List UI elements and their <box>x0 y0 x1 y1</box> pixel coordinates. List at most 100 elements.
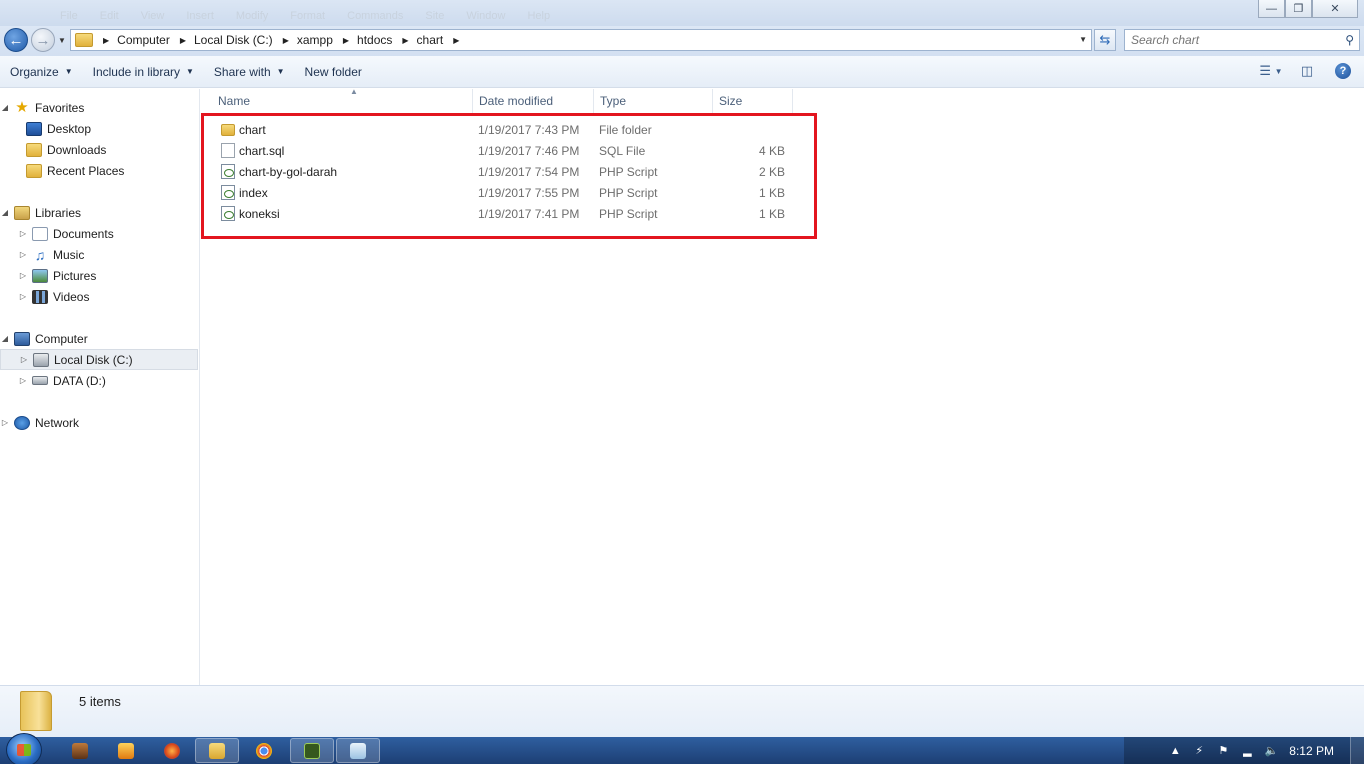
restore-button[interactable]: ❐ <box>1285 0 1312 18</box>
chevron-down-icon: ▼ <box>276 67 285 76</box>
file-row[interactable]: chart.sql 1/19/2017 7:46 PM SQL File 4 K… <box>213 140 803 161</box>
expand-arrow-icon[interactable]: ▷ <box>18 250 28 259</box>
close-icon: ✕ <box>1330 3 1340 15</box>
show-hidden-icons-icon[interactable]: ▲ <box>1169 745 1181 757</box>
libraries-icon <box>14 205 30 220</box>
new-folder-button[interactable]: New folder <box>297 60 372 84</box>
address-row: ← → ▼ ▶ Computer ▶ Local Disk (C:) ▶ xampp… <box>0 26 1364 56</box>
address-dropdown-icon[interactable]: ▼ <box>1079 35 1087 44</box>
nav-label: Videos <box>53 289 90 304</box>
action-center-flag-icon[interactable]: ⚑ <box>1217 745 1229 757</box>
nav-desktop[interactable]: Desktop <box>0 118 198 139</box>
preview-pane-icon: ◫ <box>1300 63 1314 78</box>
star-icon: ★ <box>15 98 29 116</box>
include-in-library-menu[interactable]: Include in library ▼ <box>85 60 204 84</box>
start-button[interactable] <box>6 733 42 764</box>
organize-menu[interactable]: Organize ▼ <box>2 60 83 84</box>
chevron-right-icon[interactable]: ▶ <box>343 36 349 45</box>
taskbar-firefox-button[interactable] <box>150 738 194 763</box>
menu-ghost-item: View <box>140 10 165 22</box>
share-with-menu[interactable]: Share with ▼ <box>206 60 295 84</box>
file-name: chart <box>239 122 266 137</box>
breadcrumb-item[interactable]: Computer ▶ <box>117 33 194 47</box>
recent-pages-dropdown[interactable]: ▼ <box>58 36 66 45</box>
expand-arrow-icon[interactable]: ▷ <box>18 229 28 238</box>
clock[interactable]: 8:12 PM <box>1289 744 1334 758</box>
preview-pane-button[interactable]: ◫ <box>1294 60 1320 82</box>
column-header-name[interactable]: Name ▲ <box>212 87 473 113</box>
chevron-right-icon[interactable]: ▶ <box>103 36 109 45</box>
nav-downloads[interactable]: Downloads <box>0 139 198 160</box>
nav-data-d[interactable]: ▷ DATA (D:) <box>0 370 198 391</box>
taskbar-app-button[interactable] <box>58 738 102 763</box>
breadcrumb: ▶ <box>93 36 117 45</box>
file-row[interactable]: chart 1/19/2017 7:43 PM File folder <box>213 119 803 140</box>
php-file-icon <box>221 185 235 200</box>
search-icon[interactable]: ⚲ <box>1345 33 1354 47</box>
column-header-date-modified[interactable]: Date modified <box>473 89 594 113</box>
volume-icon[interactable]: 🔈 <box>1264 745 1278 757</box>
forward-button[interactable]: → <box>31 28 55 52</box>
expand-arrow-icon[interactable]: ▷ <box>18 271 28 280</box>
column-header-type[interactable]: Type <box>594 89 713 113</box>
file-row[interactable]: koneksi 1/19/2017 7:41 PM PHP Script 1 K… <box>213 203 803 224</box>
expand-arrow-icon[interactable]: ▷ <box>18 292 28 301</box>
chevron-right-icon[interactable]: ▶ <box>402 36 408 45</box>
media-player-icon <box>118 742 134 759</box>
breadcrumb-item[interactable]: htdocs ▶ <box>357 33 417 47</box>
nav-local-disk-c[interactable]: ▷ Local Disk (C:) <box>0 349 198 370</box>
refresh-icon: ⇆ <box>1099 32 1111 47</box>
search-input[interactable] <box>1131 33 1331 47</box>
show-desktop-button[interactable] <box>1350 737 1364 764</box>
chevron-right-icon[interactable]: ▶ <box>283 36 289 45</box>
refresh-button[interactable]: ⇆ <box>1094 29 1116 51</box>
network-signal-icon[interactable]: ▂ <box>1241 745 1253 757</box>
recent-places-icon <box>26 163 42 178</box>
nav-network[interactable]: ▷ Network <box>0 412 198 433</box>
expand-arrow-icon[interactable]: ▷ <box>18 376 28 385</box>
help-button[interactable]: ? <box>1330 60 1356 82</box>
drive-icon <box>32 376 48 385</box>
nav-pictures[interactable]: ▷ Pictures <box>0 265 198 286</box>
nav-music[interactable]: ▷ ♫ Music <box>0 244 198 265</box>
file-size: 2 KB <box>758 164 785 179</box>
chevron-right-icon[interactable]: ▶ <box>180 36 186 45</box>
nav-label: DATA (D:) <box>53 373 106 388</box>
expand-arrow-icon[interactable]: ▷ <box>19 355 29 364</box>
nav-computer[interactable]: ◢ Computer <box>0 328 198 349</box>
collapse-arrow-icon[interactable]: ◢ <box>0 208 10 217</box>
details-pane: 5 items <box>0 685 1364 737</box>
breadcrumb-item[interactable]: Local Disk (C:) ▶ <box>194 33 297 47</box>
breadcrumb-item[interactable]: chart ▶ <box>417 33 468 47</box>
minimize-button[interactable]: — <box>1258 0 1285 18</box>
taskbar-explorer-button[interactable] <box>195 738 239 763</box>
menu-ghost: File Edit View Insert Modify Format Comm… <box>60 10 550 22</box>
taskbar-chrome-button[interactable] <box>242 738 286 763</box>
power-icon[interactable]: ⚡ <box>1193 745 1205 757</box>
nav-documents[interactable]: ▷ Documents <box>0 223 198 244</box>
search-box[interactable]: ⚲ <box>1124 29 1360 51</box>
nav-libraries[interactable]: ◢ Libraries <box>0 202 198 223</box>
nav-videos[interactable]: ▷ Videos <box>0 286 198 307</box>
view-options-button[interactable]: ☰ ▼ <box>1258 60 1284 82</box>
taskbar-notepad-button[interactable] <box>336 738 380 763</box>
nav-favorites[interactable]: ◢ ★ Favorites <box>0 97 198 118</box>
breadcrumb-item[interactable]: xampp ▶ <box>297 33 357 47</box>
file-type: PHP Script <box>599 164 658 179</box>
chevron-right-icon[interactable]: ▶ <box>453 36 459 45</box>
column-header-size[interactable]: Size <box>713 89 793 113</box>
expand-arrow-icon[interactable]: ▷ <box>0 418 10 427</box>
back-button[interactable]: ← <box>4 28 28 52</box>
file-date: 1/19/2017 7:41 PM <box>478 206 580 221</box>
file-row[interactable]: chart-by-gol-darah 1/19/2017 7:54 PM PHP… <box>213 161 803 182</box>
file-row[interactable]: index 1/19/2017 7:55 PM PHP Script 1 KB <box>213 182 803 203</box>
address-bar[interactable]: ▶ Computer ▶ Local Disk (C:) ▶ xampp ▶ htdo… <box>70 29 1092 51</box>
taskbar-media-button[interactable] <box>104 738 148 763</box>
column-label: Date modified <box>479 94 554 108</box>
collapse-arrow-icon[interactable]: ◢ <box>0 334 10 343</box>
breadcrumb-label: xampp <box>296 33 333 47</box>
collapse-arrow-icon[interactable]: ◢ <box>0 103 10 112</box>
close-button[interactable]: ✕ <box>1312 0 1358 18</box>
nav-recent-places[interactable]: Recent Places <box>0 160 198 181</box>
taskbar-dreamweaver-button[interactable] <box>290 738 334 763</box>
